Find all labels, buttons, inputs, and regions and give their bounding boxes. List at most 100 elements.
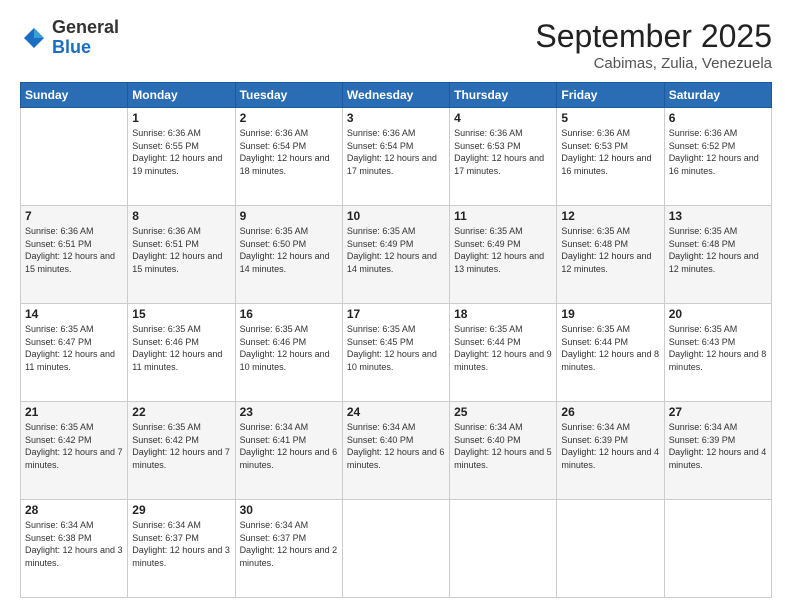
day-number: 10 bbox=[347, 209, 445, 223]
logo-icon bbox=[20, 24, 48, 52]
calendar-cell: 4 Sunrise: 6:36 AMSunset: 6:53 PMDaylight… bbox=[450, 108, 557, 206]
day-number: 25 bbox=[454, 405, 552, 419]
day-info: Sunrise: 6:36 AMSunset: 6:55 PMDaylight:… bbox=[132, 127, 230, 177]
day-number: 11 bbox=[454, 209, 552, 223]
day-info: Sunrise: 6:35 AMSunset: 6:42 PMDaylight:… bbox=[132, 421, 230, 471]
day-number: 15 bbox=[132, 307, 230, 321]
day-number: 2 bbox=[240, 111, 338, 125]
calendar-cell: 28 Sunrise: 6:34 AMSunset: 6:38 PMDayligh… bbox=[21, 500, 128, 598]
week-row-2: 14Sunrise: 6:35 AMSunset: 6:47 PMDayligh… bbox=[21, 304, 772, 402]
day-info: Sunrise: 6:35 AMSunset: 6:43 PMDaylight:… bbox=[669, 323, 767, 373]
calendar-cell: 15 Sunrise: 6:35 AMSunset: 6:46 PMDayligh… bbox=[128, 304, 235, 402]
calendar-cell: 1 Sunrise: 6:36 AMSunset: 6:55 PMDaylight… bbox=[128, 108, 235, 206]
day-info: Sunrise: 6:35 AMSunset: 6:44 PMDaylight:… bbox=[454, 323, 552, 373]
calendar-cell: 26 Sunrise: 6:34 AMSunset: 6:39 PMDayligh… bbox=[557, 402, 664, 500]
col-saturday: Saturday bbox=[664, 83, 771, 108]
week-row-3: 21 Sunrise: 6:35 AMSunset: 6:42 PMDayligh… bbox=[21, 402, 772, 500]
calendar-cell: 14Sunrise: 6:35 AMSunset: 6:47 PMDayligh… bbox=[21, 304, 128, 402]
calendar-cell: 30 Sunrise: 6:34 AMSunset: 6:37 PMDayligh… bbox=[235, 500, 342, 598]
day-info: Sunrise: 6:34 AMSunset: 6:39 PMDaylight:… bbox=[561, 421, 659, 471]
calendar-cell: 17 Sunrise: 6:35 AMSunset: 6:45 PMDayligh… bbox=[342, 304, 449, 402]
col-monday: Monday bbox=[128, 83, 235, 108]
calendar-cell: 3 Sunrise: 6:36 AMSunset: 6:54 PMDaylight… bbox=[342, 108, 449, 206]
week-row-0: 1 Sunrise: 6:36 AMSunset: 6:55 PMDaylight… bbox=[21, 108, 772, 206]
calendar-cell: 13 Sunrise: 6:35 AMSunset: 6:48 PMDayligh… bbox=[664, 206, 771, 304]
calendar-cell: 21Sunrise: 6:35 AMSunset: 6:42 PMDayligh… bbox=[21, 402, 128, 500]
day-number: 22 bbox=[132, 405, 230, 419]
day-number: 30 bbox=[240, 503, 338, 517]
day-info: Sunrise: 6:35 AMSunset: 6:49 PMDaylight:… bbox=[454, 225, 552, 275]
calendar-cell: 8Sunrise: 6:36 AMSunset: 6:51 PMDaylight… bbox=[128, 206, 235, 304]
day-number: 18 bbox=[454, 307, 552, 321]
title-block: September 2025 Cabimas, Zulia, Venezuela bbox=[535, 18, 772, 72]
day-number: 13 bbox=[669, 209, 767, 223]
calendar-body: 1 Sunrise: 6:36 AMSunset: 6:55 PMDaylight… bbox=[21, 108, 772, 598]
calendar-cell bbox=[450, 500, 557, 598]
calendar-cell: 11 Sunrise: 6:35 AMSunset: 6:49 PMDayligh… bbox=[450, 206, 557, 304]
calendar-cell bbox=[664, 500, 771, 598]
day-info: Sunrise: 6:36 AMSunset: 6:53 PMDaylight:… bbox=[454, 127, 552, 177]
day-info: Sunrise: 6:35 AMSunset: 6:44 PMDaylight:… bbox=[561, 323, 659, 373]
day-info: Sunrise: 6:35 AMSunset: 6:46 PMDaylight:… bbox=[240, 323, 338, 373]
calendar-cell: 10Sunrise: 6:35 AMSunset: 6:49 PMDayligh… bbox=[342, 206, 449, 304]
calendar-table: Sunday Monday Tuesday Wednesday Thursday… bbox=[20, 82, 772, 598]
day-number: 17 bbox=[347, 307, 445, 321]
day-number: 26 bbox=[561, 405, 659, 419]
day-info: Sunrise: 6:35 AMSunset: 6:50 PMDaylight:… bbox=[240, 225, 338, 275]
day-number: 16 bbox=[240, 307, 338, 321]
calendar-cell: 23Sunrise: 6:34 AMSunset: 6:41 PMDayligh… bbox=[235, 402, 342, 500]
day-info: Sunrise: 6:34 AMSunset: 6:37 PMDaylight:… bbox=[132, 519, 230, 569]
col-tuesday: Tuesday bbox=[235, 83, 342, 108]
calendar-header-row: Sunday Monday Tuesday Wednesday Thursday… bbox=[21, 83, 772, 108]
day-info: Sunrise: 6:35 AMSunset: 6:48 PMDaylight:… bbox=[561, 225, 659, 275]
day-number: 27 bbox=[669, 405, 767, 419]
day-number: 1 bbox=[132, 111, 230, 125]
calendar-cell: 7Sunrise: 6:36 AMSunset: 6:51 PMDaylight… bbox=[21, 206, 128, 304]
day-info: Sunrise: 6:34 AMSunset: 6:37 PMDaylight:… bbox=[240, 519, 338, 569]
day-number: 20 bbox=[669, 307, 767, 321]
day-number: 5 bbox=[561, 111, 659, 125]
day-info: Sunrise: 6:34 AMSunset: 6:38 PMDaylight:… bbox=[25, 519, 123, 569]
calendar-cell: 20 Sunrise: 6:35 AMSunset: 6:43 PMDayligh… bbox=[664, 304, 771, 402]
day-number: 4 bbox=[454, 111, 552, 125]
day-info: Sunrise: 6:36 AMSunset: 6:54 PMDaylight:… bbox=[240, 127, 338, 177]
col-friday: Friday bbox=[557, 83, 664, 108]
col-thursday: Thursday bbox=[450, 83, 557, 108]
day-info: Sunrise: 6:35 AMSunset: 6:46 PMDaylight:… bbox=[132, 323, 230, 373]
day-info: Sunrise: 6:35 AMSunset: 6:48 PMDaylight:… bbox=[669, 225, 767, 275]
logo-blue: Blue bbox=[52, 37, 91, 57]
day-number: 8 bbox=[132, 209, 230, 223]
day-number: 29 bbox=[132, 503, 230, 517]
header: General Blue September 2025 Cabimas, Zul… bbox=[20, 18, 772, 72]
day-info: Sunrise: 6:36 AMSunset: 6:52 PMDaylight:… bbox=[669, 127, 767, 177]
col-sunday: Sunday bbox=[21, 83, 128, 108]
calendar-cell: 29 Sunrise: 6:34 AMSunset: 6:37 PMDayligh… bbox=[128, 500, 235, 598]
calendar-cell: 2 Sunrise: 6:36 AMSunset: 6:54 PMDaylight… bbox=[235, 108, 342, 206]
location: Cabimas, Zulia, Venezuela bbox=[535, 55, 772, 72]
day-info: Sunrise: 6:35 AMSunset: 6:45 PMDaylight:… bbox=[347, 323, 445, 373]
calendar-cell bbox=[21, 108, 128, 206]
calendar-cell bbox=[557, 500, 664, 598]
calendar-cell: 24Sunrise: 6:34 AMSunset: 6:40 PMDayligh… bbox=[342, 402, 449, 500]
day-number: 12 bbox=[561, 209, 659, 223]
day-info: Sunrise: 6:35 AMSunset: 6:47 PMDaylight:… bbox=[25, 323, 123, 373]
day-number: 21 bbox=[25, 405, 123, 419]
calendar-cell: 22 Sunrise: 6:35 AMSunset: 6:42 PMDayligh… bbox=[128, 402, 235, 500]
logo-general: General bbox=[52, 17, 119, 37]
day-number: 3 bbox=[347, 111, 445, 125]
day-number: 9 bbox=[240, 209, 338, 223]
day-info: Sunrise: 6:36 AMSunset: 6:51 PMDaylight:… bbox=[25, 225, 123, 275]
calendar-cell: 5 Sunrise: 6:36 AMSunset: 6:53 PMDaylight… bbox=[557, 108, 664, 206]
calendar-cell bbox=[342, 500, 449, 598]
calendar-cell: 9 Sunrise: 6:35 AMSunset: 6:50 PMDaylight… bbox=[235, 206, 342, 304]
day-number: 28 bbox=[25, 503, 123, 517]
day-info: Sunrise: 6:36 AMSunset: 6:53 PMDaylight:… bbox=[561, 127, 659, 177]
day-info: Sunrise: 6:34 AMSunset: 6:40 PMDaylight:… bbox=[454, 421, 552, 471]
logo: General Blue bbox=[20, 18, 119, 58]
calendar-cell: 12 Sunrise: 6:35 AMSunset: 6:48 PMDayligh… bbox=[557, 206, 664, 304]
logo-text: General Blue bbox=[52, 18, 119, 58]
day-info: Sunrise: 6:36 AMSunset: 6:54 PMDaylight:… bbox=[347, 127, 445, 177]
calendar-cell: 19Sunrise: 6:35 AMSunset: 6:44 PMDayligh… bbox=[557, 304, 664, 402]
day-info: Sunrise: 6:34 AMSunset: 6:39 PMDaylight:… bbox=[669, 421, 767, 471]
month-title: September 2025 bbox=[535, 18, 772, 55]
